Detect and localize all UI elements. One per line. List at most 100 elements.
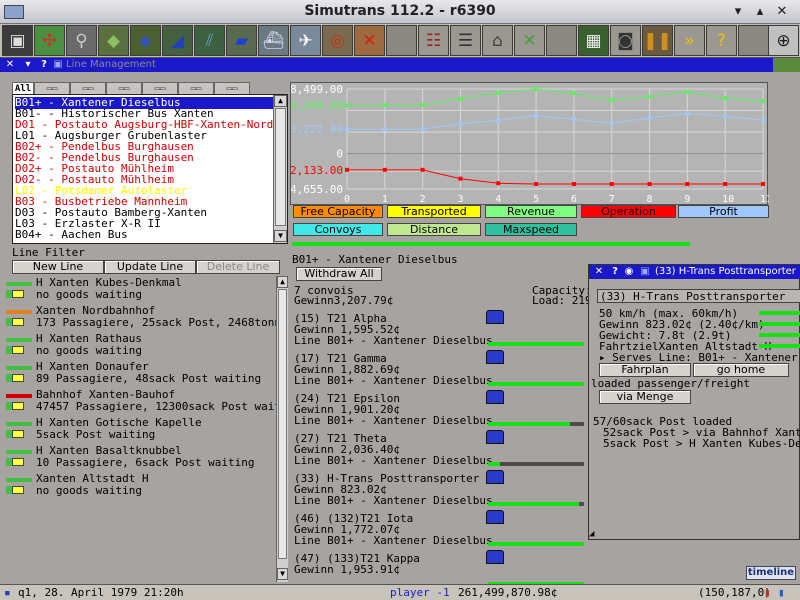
target-icon[interactable]: ◎ [322, 25, 353, 56]
bus-icon[interactable] [486, 470, 504, 484]
series-value-label: -2,133.00 [291, 164, 343, 177]
bus-icon[interactable] [486, 510, 504, 524]
scroll-thumb[interactable] [275, 108, 286, 226]
pause-icon[interactable]: ❚❚ [642, 25, 673, 56]
delete-line-button[interactable]: Delete Line [196, 260, 280, 274]
y-tick-label: 0 [336, 148, 343, 161]
timeline-label[interactable]: timeline [746, 566, 796, 580]
chart-icon[interactable]: ✕ [514, 25, 545, 56]
data-point [609, 98, 614, 103]
stop-waiting-info: no goods waiting [36, 484, 142, 497]
x-tick-label: 0 [344, 194, 350, 205]
legend-toggle-operation[interactable]: Operation [581, 205, 676, 218]
stop-waiting-info: no goods waiting [36, 288, 142, 301]
via-menge-button[interactable]: via Menge [599, 390, 691, 404]
legend-toggle-revenue[interactable]: Revenue [485, 205, 577, 218]
bus-icon[interactable] [486, 550, 504, 564]
data-point [647, 94, 652, 99]
x-tick-label: 6 [571, 194, 577, 205]
fast-forward-icon[interactable]: » [674, 25, 705, 56]
x-tick-label: 1 [382, 194, 388, 205]
scroll-thumb[interactable] [278, 289, 287, 559]
remove-icon[interactable]: ✕ [354, 25, 385, 56]
vehicle-window-titlebar: ✕ ? ◉ ▣ (33) H-Trans Posttransporter [589, 265, 800, 279]
data-point [534, 113, 539, 118]
spacer-3 [738, 25, 769, 56]
stop-list-scrollbar[interactable]: ▲ ▼ [276, 276, 288, 582]
train-icon[interactable]: ◢ [162, 25, 193, 56]
magnifier-icon[interactable]: ⚲ [66, 25, 97, 56]
ship-icon[interactable]: ⛴ [258, 25, 289, 56]
stop-status-bar [6, 338, 32, 342]
build-icon[interactable]: ▦ [578, 25, 609, 56]
pin-icon[interactable]: ▣ [52, 59, 64, 71]
scroll-down-icon[interactable]: ▼ [277, 568, 288, 580]
legend-toggle-transported[interactable]: Transported [387, 205, 481, 218]
close-icon[interactable]: ✕ [593, 266, 605, 278]
convoy-load-bar [488, 382, 584, 386]
eye-icon[interactable]: ◉ [623, 266, 635, 278]
data-point [685, 90, 690, 95]
convoy-line: Line B01+ - Xantener Dieselbus [294, 454, 493, 467]
line-filter-label: Line Filter [12, 246, 85, 259]
mail-icon [12, 346, 24, 354]
vehicle-name-field[interactable]: (33) H-Trans Posttransporter [597, 289, 800, 303]
x-tick-label: 5 [533, 194, 539, 205]
data-point [345, 167, 349, 172]
help-icon[interactable]: ? [706, 25, 737, 56]
collapse-icon[interactable]: ▾ [22, 59, 34, 71]
update-line-button[interactable]: Update Line [104, 260, 196, 274]
legend-toggle-free-capacity[interactable]: Free Capacity [293, 205, 383, 218]
factory-icon[interactable]: ⌂ [482, 25, 513, 56]
scroll-up-icon[interactable]: ▲ [274, 95, 287, 107]
rail-icon[interactable]: ⫽ [194, 25, 225, 56]
scroll-down-icon[interactable]: ▼ [274, 230, 287, 242]
close-icon[interactable]: ✕ [4, 59, 16, 71]
line-chart: 8,499.000-4,655.006,380.003,222.00-2,133… [290, 82, 769, 205]
line-list[interactable]: B01+ - Xantener Dieselbus B01- - Historis… [12, 94, 288, 244]
gewicht-bar [759, 333, 800, 337]
legend-toggle-profit[interactable]: Profit [678, 205, 769, 218]
pin-icon[interactable]: ▣ [639, 266, 651, 278]
disk-icon[interactable]: ▣ [2, 25, 33, 56]
data-point [382, 103, 387, 108]
minimize-button[interactable]: ▾ [730, 4, 746, 19]
new-line-button[interactable]: New Line [12, 260, 104, 274]
help-icon[interactable]: ? [609, 266, 621, 278]
stop-status-bar [6, 478, 32, 482]
passenger-icon [6, 458, 12, 466]
resize-handle-icon[interactable]: ◢ [589, 529, 599, 539]
line-list-item[interactable]: B04+ - Aachen Bus [15, 229, 275, 241]
schedule-icon[interactable]: ☷ [418, 25, 449, 56]
zoom-icon[interactable]: ⊕ [768, 25, 799, 56]
landscape-icon[interactable]: ◆ [98, 25, 129, 56]
bus-icon[interactable] [486, 390, 504, 404]
scroll-up-icon[interactable]: ▲ [277, 276, 288, 288]
bus-icon[interactable] [486, 310, 504, 324]
status-bar: ▪ q1, 28. April 1979 21:20h player -1 26… [0, 584, 800, 600]
help-icon[interactable]: ? [38, 59, 50, 71]
plane-icon[interactable]: ✈ [290, 25, 321, 56]
list-icon[interactable]: ☰ [450, 25, 481, 56]
legend-toggle-convoys[interactable]: Convoys [293, 223, 383, 236]
convoy-load-bar [488, 542, 584, 546]
car-icon[interactable]: ▰ [226, 25, 257, 56]
map-icon[interactable]: ✣ [34, 25, 65, 56]
bus-icon[interactable] [486, 430, 504, 444]
line-list-scrollbar[interactable]: ▲ ▼ [273, 95, 287, 243]
go-home-button[interactable]: go home [693, 363, 789, 377]
close-window-button[interactable]: ✕ [774, 4, 790, 19]
x-tick-label: 8 [647, 194, 653, 205]
data-point [382, 127, 387, 132]
data-point [723, 182, 728, 187]
fahrplan-button[interactable]: Fahrplan [599, 363, 691, 377]
road-icon[interactable]: ◈ [130, 25, 161, 56]
bus-icon[interactable] [486, 350, 504, 364]
legend-toggle-distance[interactable]: Distance [387, 223, 481, 236]
stop-waiting-info: 47457 Passagiere, 12300sack Post waiti [36, 400, 288, 413]
maximize-button[interactable]: ▴ [752, 4, 768, 19]
line-capacity-bar [292, 242, 690, 246]
camera-icon[interactable]: ◙ [610, 25, 641, 56]
legend-toggle-maxspeed[interactable]: Maxspeed [485, 223, 577, 236]
gewinn-bar [759, 322, 800, 326]
